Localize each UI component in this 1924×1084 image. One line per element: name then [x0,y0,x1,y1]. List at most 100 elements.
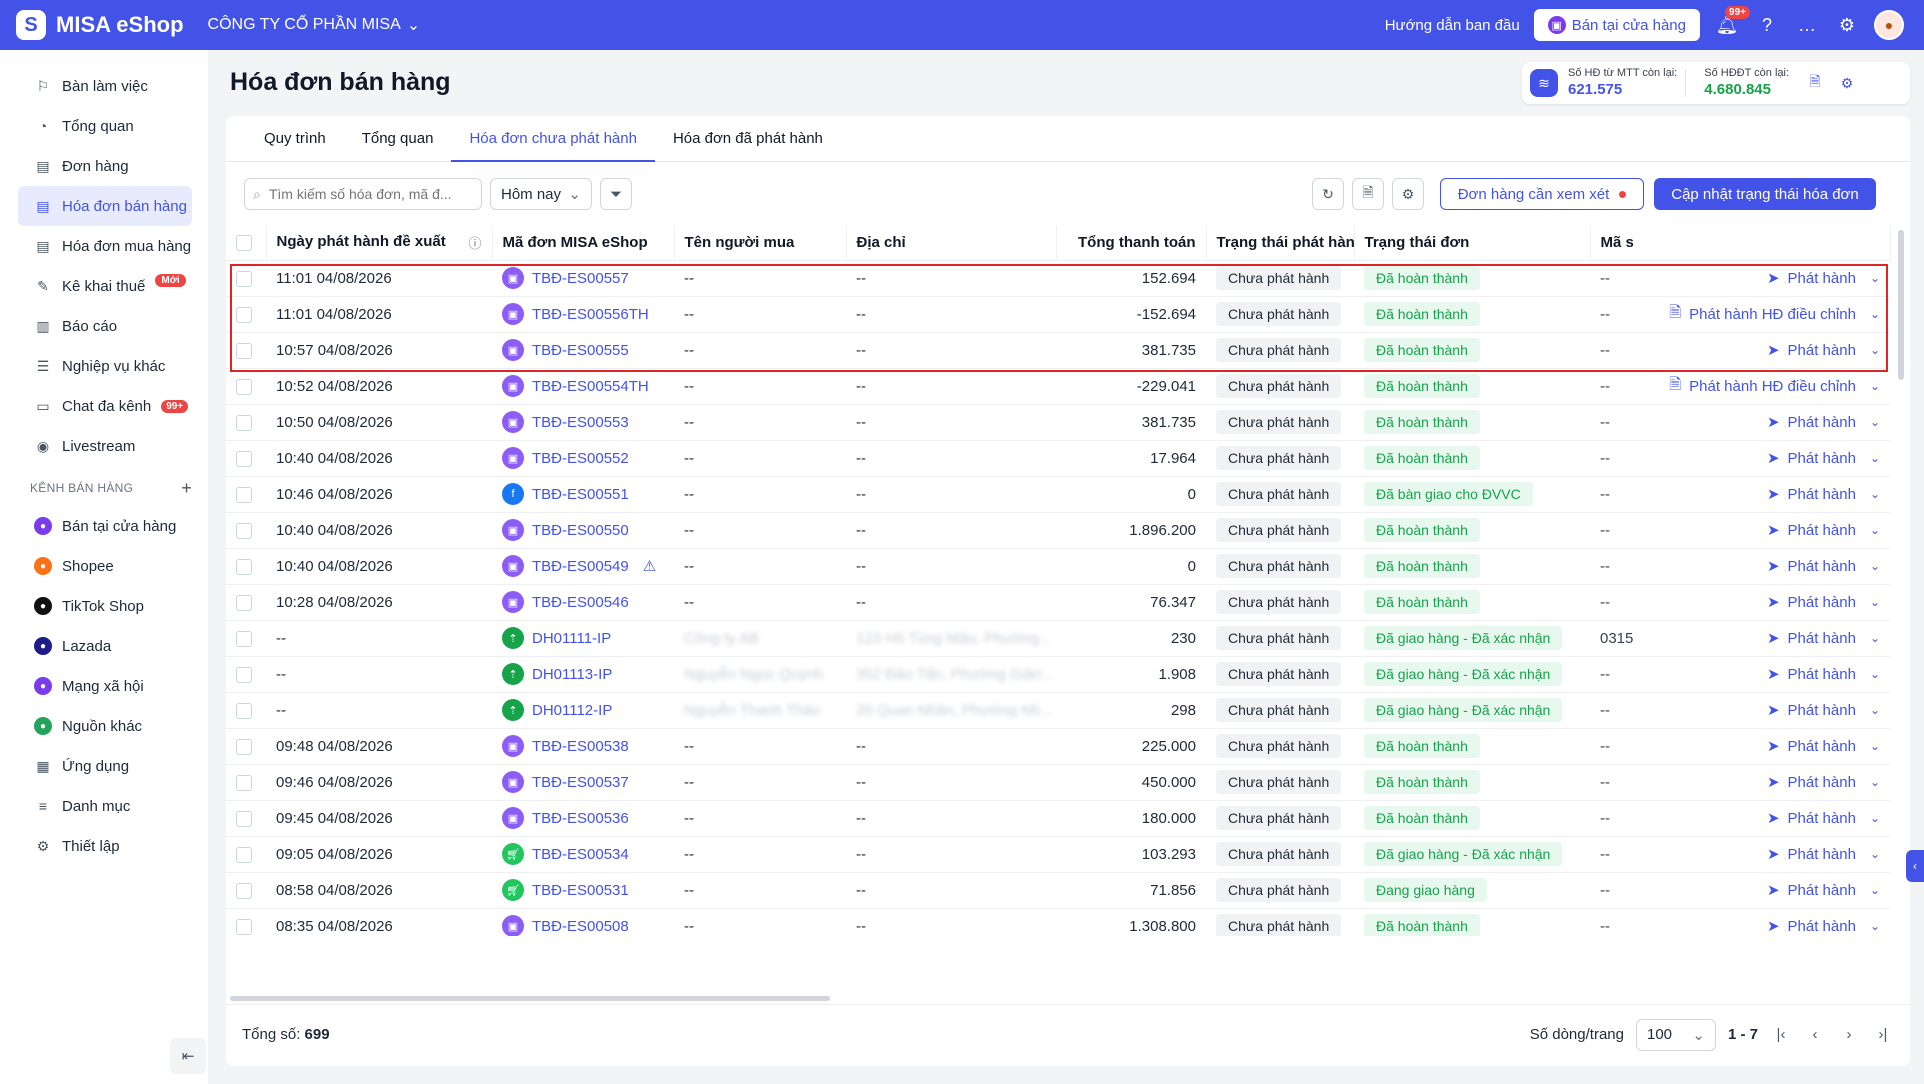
order-link[interactable]: ▣ TBĐ-ES00550 [502,519,664,541]
row-checkbox[interactable] [226,295,266,332]
issue-invoice-button[interactable]: ➤ Phát hành ⌄ [1767,557,1880,576]
column-header-tax-code[interactable]: Mã s [1590,226,1891,260]
sidebar-channel-5[interactable]: ● Nguồn khác [18,706,192,746]
chevron-down-icon[interactable]: ⌄ [1870,703,1880,717]
row-checkbox[interactable] [226,259,266,296]
table-row[interactable]: -- ⇡ DH01111-IP Công ty AB 123 Hồ Tùng Mậu, … [226,619,1890,656]
side-panel-toggle-icon[interactable]: ‹ [1906,850,1924,882]
chevron-down-icon[interactable]: ⌄ [1870,775,1880,789]
chevron-down-icon[interactable]: ⌄ [1870,811,1880,825]
table-row[interactable]: 10:40 04/08/2026 ▣ TBĐ-ES00550 -- -- 1.896.20… [226,511,1890,548]
bell-icon[interactable]: 🔔︎ 99+ [1714,6,1750,38]
sidebar-item-6[interactable]: ▥ Báo cáo [18,306,192,346]
issue-invoice-button[interactable]: ➤ Phát hành ⌄ [1767,809,1880,828]
sidebar-channel-3[interactable]: ● Lazada [18,626,192,666]
chevron-down-icon[interactable]: ⌄ [1870,883,1880,897]
tab-3[interactable]: Hóa đơn đã phát hành [655,116,841,162]
sidebar-item-7[interactable]: ☰ Nghiệp vụ khác [18,346,192,386]
row-checkbox[interactable] [226,619,266,656]
table-row[interactable]: 10:40 04/08/2026 ▣ TBĐ-ES00549 ⚠ -- -- 0 Chưa p… [226,547,1890,584]
column-header-order-id[interactable]: Mã đơn MISA eShop [492,226,675,260]
filter-icon[interactable]: ⏷ [600,178,632,210]
order-link[interactable]: ▣ TBĐ-ES00556TH [502,303,664,325]
row-checkbox[interactable] [226,547,266,584]
order-link[interactable]: ▣ TBĐ-ES00554TH [502,375,664,397]
collapse-sidebar-icon[interactable]: ⇤ [170,1038,206,1074]
tab-1[interactable]: Tổng quan [344,116,452,162]
order-link[interactable]: ▣ TBĐ-ES00555 [502,339,664,361]
table-row[interactable]: -- ⇡ DH01112-IP Nguyễn Thanh Thảo 20 Quan Nh… [226,691,1890,728]
row-checkbox[interactable] [226,511,266,548]
order-link[interactable]: ▣ TBĐ-ES00536 [502,807,664,829]
sidebar-item-2[interactable]: ▤ Đơn hàng [18,146,192,186]
issue-invoice-button[interactable]: ➤ Phát hành ⌄ [1767,737,1880,756]
table-row[interactable]: 09:48 04/08/2026 ▣ TBĐ-ES00538 -- -- 225.000 C… [226,727,1890,764]
help-icon[interactable]: ? [1754,12,1780,38]
row-checkbox[interactable] [226,331,266,368]
date-filter-select[interactable]: Hôm nay ⌄ [490,178,592,210]
order-link[interactable]: ▣ TBĐ-ES00546 [502,591,664,613]
chevron-down-icon[interactable]: ⌄ [1870,919,1880,933]
tab-2[interactable]: Hóa đơn chưa phát hành [451,116,655,162]
chevron-down-icon[interactable]: ⌄ [1870,451,1880,465]
column-header-buyer[interactable]: Tên người mua [674,226,847,260]
order-link[interactable]: 🛒︎ TBĐ-ES00531 [502,879,664,901]
company-selector[interactable]: CÔNG TY CỔ PHẦN MISA ⌄ [208,15,421,35]
order-link[interactable]: ⇡ DH01111-IP [502,627,664,649]
search-box[interactable]: ⌕ [244,178,482,210]
order-link[interactable]: ▣ TBĐ-ES00537 [502,771,664,793]
sidebar-bottom-item-2[interactable]: ⚙ Thiết lập [18,826,192,866]
sidebar-channel-1[interactable]: ● Shopee [18,546,192,586]
order-link[interactable]: ▣ TBĐ-ES00552 [502,447,664,469]
issue-invoice-button[interactable]: ➤ Phát hành ⌄ [1767,521,1880,540]
gear-icon[interactable]: ⚙ [1833,69,1861,97]
sidebar-bottom-item-0[interactable]: ▦ Ứng dụng [18,746,192,786]
column-header-order-status[interactable]: Trạng thái đơn [1354,226,1591,260]
chevron-down-icon[interactable]: ⌄ [1870,307,1880,321]
issue-invoice-button[interactable]: 🗎 Phát hành HĐ điều chỉnh ⌄ [1669,302,1880,327]
issue-invoice-button[interactable]: ➤ Phát hành ⌄ [1767,485,1880,504]
avatar[interactable]: ● [1874,10,1904,40]
sidebar-channel-4[interactable]: ● Mạng xã hội [18,666,192,706]
row-checkbox[interactable] [226,835,266,872]
table-row[interactable]: -- ⇡ DH01113-IP Nguyễn Ngọc Quỳnh 352 Đào Tấ… [226,655,1890,692]
prev-page-icon[interactable]: ‹ [1804,1026,1826,1043]
tab-0[interactable]: Quy trình [246,116,344,162]
vertical-scrollbar[interactable] [1898,230,1904,380]
chevron-down-icon[interactable]: ⌄ [1870,343,1880,357]
row-checkbox[interactable] [226,367,266,404]
export-excel-icon[interactable]: 🗎 [1352,178,1384,210]
table-row[interactable]: 10:57 04/08/2026 ▣ TBĐ-ES00555 -- -- 381.735 C… [226,331,1890,368]
issue-invoice-button[interactable]: ➤ Phát hành ⌄ [1767,845,1880,864]
row-checkbox[interactable] [226,403,266,440]
row-checkbox[interactable] [226,475,266,512]
order-link[interactable]: ▣ TBĐ-ES00557 [502,267,664,289]
issue-invoice-button[interactable]: ➤ Phát hành ⌄ [1767,269,1880,288]
chevron-down-icon[interactable]: ⌄ [1870,559,1880,573]
order-link[interactable]: ⇡ DH01112-IP [502,699,664,721]
issue-invoice-button[interactable]: ➤ Phát hành ⌄ [1767,665,1880,684]
row-checkbox[interactable] [226,655,266,692]
sidebar-item-0[interactable]: ⚐ Bàn làm việc [18,66,192,106]
chevron-down-icon[interactable]: ⌄ [1870,667,1880,681]
search-input[interactable] [268,186,459,202]
first-page-icon[interactable]: |‹ [1770,1026,1792,1043]
table-row[interactable]: 08:35 04/08/2026 ▣ TBĐ-ES00508 -- -- 1.308.80… [226,907,1890,936]
order-link[interactable]: ⇡ DH01113-IP [502,663,664,685]
chevron-down-icon[interactable]: ⌄ [1870,271,1880,285]
order-link[interactable]: ▣ TBĐ-ES00549 ⚠ [502,555,664,577]
row-checkbox[interactable] [226,763,266,800]
table-row[interactable]: 08:58 04/08/2026 🛒︎ TBĐ-ES00531 -- -- 71.856 C… [226,871,1890,908]
refresh-icon[interactable]: ↻ [1312,178,1344,210]
sidebar-item-5[interactable]: ✎ Kê khai thuế Mới [18,266,192,306]
table-row[interactable]: 10:28 04/08/2026 ▣ TBĐ-ES00546 -- -- 76.347 Ch… [226,583,1890,620]
row-checkbox[interactable] [226,799,266,836]
horizontal-scrollbar[interactable] [230,996,830,1001]
sidebar-channel-2[interactable]: ● TikTok Shop [18,586,192,626]
sidebar-item-4[interactable]: ▤ Hóa đơn mua hàng [18,226,192,266]
column-header-issue-status[interactable]: Trạng thái phát hành [1206,226,1355,260]
issue-invoice-button[interactable]: ➤ Phát hành ⌄ [1767,881,1880,900]
chevron-down-icon[interactable]: ⌄ [1870,523,1880,537]
row-checkbox[interactable] [226,583,266,620]
table-row[interactable]: 10:46 04/08/2026 f TBĐ-ES00551 -- -- 0 Chưa ph… [226,475,1890,512]
